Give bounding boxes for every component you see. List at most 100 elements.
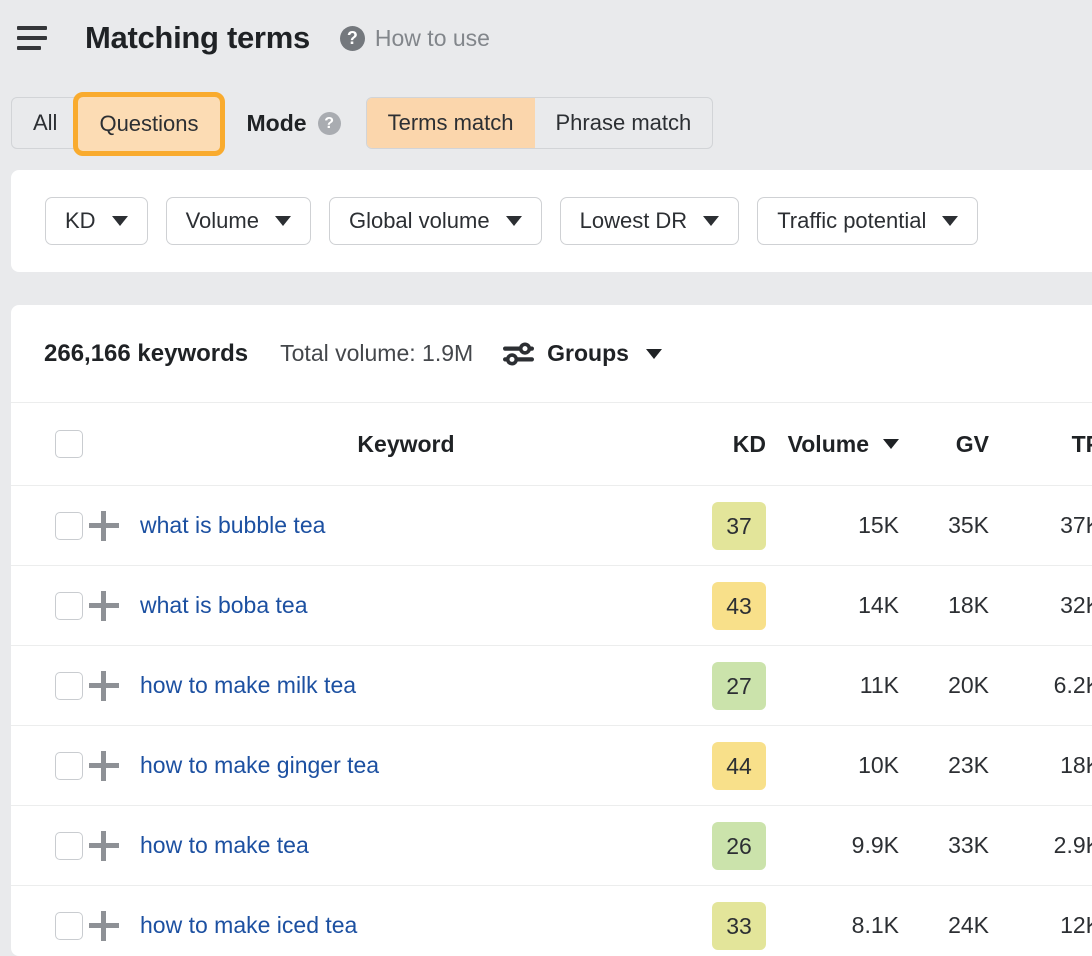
row-gv-cell: 18K xyxy=(899,566,989,646)
row-checkbox[interactable] xyxy=(55,512,83,540)
add-to-list-icon[interactable] xyxy=(89,831,119,861)
chevron-down-icon xyxy=(112,216,128,226)
row-checkbox[interactable] xyxy=(55,832,83,860)
row-gv-cell: 35K xyxy=(899,486,989,566)
groups-label: Groups xyxy=(547,340,629,367)
row-volume-cell: 15K xyxy=(766,486,899,566)
filter-global-volume-label: Global volume xyxy=(349,208,490,234)
tab-phrase-match[interactable]: Phrase match xyxy=(535,98,713,148)
row-kd-cell: 43 xyxy=(676,566,766,646)
keyword-link[interactable]: how to make iced tea xyxy=(136,912,357,939)
row-gv-cell: 20K xyxy=(899,646,989,726)
table-row: what is bubble tea 37 15K 35K 37K xyxy=(11,486,1092,566)
header-volume[interactable]: Volume xyxy=(766,403,899,486)
hamburger-line xyxy=(17,46,41,50)
filter-lowest-dr-label: Lowest DR xyxy=(580,208,688,234)
filter-lowest-dr[interactable]: Lowest DR xyxy=(560,197,740,245)
header-kd[interactable]: KD xyxy=(676,403,766,486)
keyword-link[interactable]: what is boba tea xyxy=(136,592,308,619)
mode-question-mark-icon[interactable]: ? xyxy=(318,112,341,135)
filters-card: KD Volume Global volume Lowest DR Traffi… xyxy=(11,170,1092,272)
kd-badge: 27 xyxy=(712,662,766,710)
hamburger-icon[interactable] xyxy=(14,24,50,52)
add-to-list-icon[interactable] xyxy=(89,671,119,701)
header-tp-label: TP xyxy=(1072,431,1092,457)
row-volume-cell: 11K xyxy=(766,646,899,726)
add-to-list-icon[interactable] xyxy=(89,751,119,781)
table-row: how to make ginger tea 44 10K 23K 18K xyxy=(11,726,1092,806)
row-add-cell xyxy=(89,566,136,646)
select-all-cell xyxy=(11,403,89,486)
tab-questions[interactable]: Questions xyxy=(78,97,219,151)
row-keyword-cell: how to make iced tea xyxy=(136,886,676,956)
tab-all[interactable]: All xyxy=(12,98,78,148)
row-gv-cell: 23K xyxy=(899,726,989,806)
header-volume-sort[interactable]: Volume xyxy=(788,431,899,458)
hamburger-line xyxy=(17,36,47,40)
table-row: how to make iced tea 33 8.1K 24K 12K xyxy=(11,886,1092,956)
filter-volume[interactable]: Volume xyxy=(166,197,311,245)
add-to-list-icon[interactable] xyxy=(89,511,119,541)
header-gv-label: GV xyxy=(956,431,989,457)
row-tp-cell: 12K xyxy=(989,886,1092,956)
header-gv[interactable]: GV xyxy=(899,403,989,486)
row-select-cell xyxy=(11,806,89,886)
header-keyword[interactable]: Keyword xyxy=(136,403,676,486)
row-keyword-cell: what is boba tea xyxy=(136,566,676,646)
row-kd-cell: 27 xyxy=(676,646,766,726)
row-tp-cell: 2.9K xyxy=(989,806,1092,886)
row-checkbox[interactable] xyxy=(55,912,83,940)
row-select-cell xyxy=(11,646,89,726)
kd-badge: 26 xyxy=(712,822,766,870)
row-checkbox[interactable] xyxy=(55,592,83,620)
top-header: Matching terms ? How to use xyxy=(0,0,1092,76)
chevron-down-icon xyxy=(942,216,958,226)
header-volume-label: Volume xyxy=(788,431,869,458)
row-keyword-cell: how to make tea xyxy=(136,806,676,886)
row-gv-cell: 24K xyxy=(899,886,989,956)
table-row: how to make milk tea 27 11K 20K 6.2K xyxy=(11,646,1092,726)
row-add-cell xyxy=(89,646,136,726)
row-volume-cell: 10K xyxy=(766,726,899,806)
chevron-down-icon xyxy=(506,216,522,226)
row-add-cell xyxy=(89,806,136,886)
how-to-use-label: How to use xyxy=(375,25,490,52)
groups-button[interactable]: Groups xyxy=(503,340,662,367)
chevron-down-icon xyxy=(275,216,291,226)
row-keyword-cell: how to make milk tea xyxy=(136,646,676,726)
keyword-link[interactable]: what is bubble tea xyxy=(136,512,325,539)
keyword-link[interactable]: how to make milk tea xyxy=(136,672,356,699)
keyword-link[interactable]: how to make tea xyxy=(136,832,309,859)
filter-kd[interactable]: KD xyxy=(45,197,148,245)
row-select-cell xyxy=(11,486,89,566)
filter-global-volume[interactable]: Global volume xyxy=(329,197,542,245)
header-tp[interactable]: TP xyxy=(989,403,1092,486)
row-kd-cell: 33 xyxy=(676,886,766,956)
add-to-list-icon[interactable] xyxy=(89,591,119,621)
row-kd-cell: 26 xyxy=(676,806,766,886)
row-select-cell xyxy=(11,566,89,646)
tab-terms-match[interactable]: Terms match xyxy=(367,98,535,148)
row-tp-cell: 18K xyxy=(989,726,1092,806)
row-kd-cell: 44 xyxy=(676,726,766,806)
filter-traffic-potential[interactable]: Traffic potential xyxy=(757,197,978,245)
table-row: how to make tea 26 9.9K 33K 2.9K xyxy=(11,806,1092,886)
row-tp-cell: 32K xyxy=(989,566,1092,646)
how-to-use-link[interactable]: ? How to use xyxy=(340,25,490,52)
table-body: what is bubble tea 37 15K 35K 37K what i… xyxy=(11,486,1092,956)
add-to-list-icon[interactable] xyxy=(89,911,119,941)
total-volume: Total volume: 1.9M xyxy=(280,340,473,367)
row-volume-cell: 14K xyxy=(766,566,899,646)
scope-tab-group: All Questions xyxy=(11,97,221,149)
row-checkbox[interactable] xyxy=(55,752,83,780)
keywords-table: Keyword KD Volume GV xyxy=(11,402,1092,956)
kd-badge: 44 xyxy=(712,742,766,790)
mode-tab-group: Terms match Phrase match xyxy=(366,97,714,149)
row-checkbox[interactable] xyxy=(55,672,83,700)
keyword-link[interactable]: how to make ginger tea xyxy=(136,752,379,779)
table-row: what is boba tea 43 14K 18K 32K xyxy=(11,566,1092,646)
row-gv-cell: 33K xyxy=(899,806,989,886)
row-volume-cell: 9.9K xyxy=(766,806,899,886)
sort-descending-icon xyxy=(883,439,899,449)
select-all-checkbox[interactable] xyxy=(55,430,83,458)
